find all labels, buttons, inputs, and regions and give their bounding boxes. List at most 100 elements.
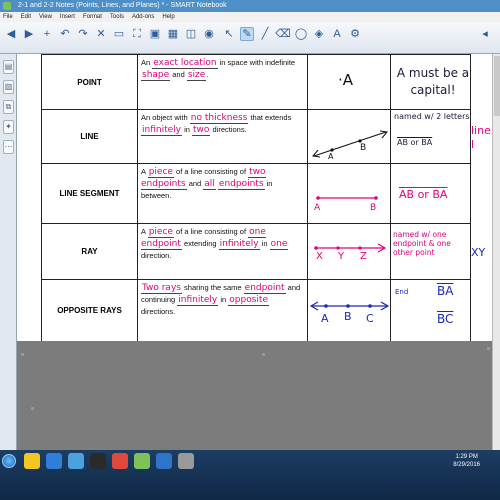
app-icon-2[interactable] — [178, 453, 194, 469]
picture-line: A B — [307, 109, 391, 164]
margin-note-xy: XY — [471, 246, 486, 259]
add-page-icon[interactable]: + — [40, 27, 54, 41]
definition-ray: A piece of a line consisting of one endp… — [137, 223, 308, 280]
margin-note-line-l: line l — [471, 124, 491, 151]
menu-tools[interactable]: Tools — [110, 12, 124, 22]
table-row-opposite-rays: OPPOSITE RAYS Two rays sharing the same … — [41, 279, 471, 341]
handle-dot — [262, 353, 265, 356]
system-clock[interactable]: 1:29 PM 8/29/2016 — [453, 453, 480, 469]
app-icon[interactable] — [90, 453, 106, 469]
toolbar-arrow-icon[interactable]: ◂ — [478, 27, 492, 41]
handle-dot — [487, 347, 490, 350]
vertical-scrollbar[interactable] — [492, 54, 500, 450]
start-button-icon[interactable] — [2, 454, 16, 468]
table-row-ray: RAY A piece of a line consisting of one … — [41, 223, 471, 280]
menu-format[interactable]: Format — [83, 12, 102, 22]
definition-line: An object with no thickness that extends… — [137, 109, 308, 164]
clock-time: 1:29 PM — [455, 454, 478, 460]
next-page-icon[interactable]: ▶ — [22, 27, 36, 41]
capture-icon[interactable]: ◫ — [184, 27, 198, 41]
canvas-offpage-area — [17, 341, 492, 450]
menu-bar: File Edit View Insert Format Tools Add-o… — [0, 12, 500, 22]
properties-tab-icon[interactable]: ✦ — [3, 120, 14, 134]
note-segment-ab-or-ba: AB or BA — [399, 188, 448, 201]
table-row-line: LINE An object with no thickness that ex… — [41, 109, 471, 164]
previous-page-icon[interactable]: ◀ — [4, 27, 18, 41]
term-ray: RAY — [41, 223, 138, 280]
ray-point-z-label: Z — [360, 251, 367, 262]
gallery-tab-icon[interactable]: ▧ — [3, 80, 14, 94]
term-line-segment: LINE SEGMENT — [41, 163, 138, 224]
page-sorter-tab-icon[interactable]: ▤ — [3, 60, 14, 74]
opp-ray-point-a-label: A — [321, 312, 329, 325]
handle-dot — [31, 407, 34, 410]
table-row-line-segment: LINE SEGMENT A piece of a line consistin… — [41, 163, 471, 224]
add-ons-tab-icon[interactable]: ⋯ — [3, 140, 14, 154]
line-point-b-label: B — [360, 143, 367, 153]
menu-edit[interactable]: Edit — [21, 12, 31, 22]
term-point: POINT — [41, 54, 138, 110]
definition-point: An exact location in space with indefini… — [137, 54, 308, 110]
note-ab-or-ba: AB or BA — [397, 138, 433, 147]
line-diagram — [312, 130, 388, 158]
table-row-point: POINT An exact location in space with in… — [41, 54, 471, 110]
undo-icon[interactable]: ↶ — [58, 27, 72, 41]
media-icon[interactable] — [68, 453, 84, 469]
scroll-thumb[interactable] — [494, 56, 500, 116]
redo-icon[interactable]: ↷ — [76, 27, 90, 41]
note-opposite-rays: End BA BC — [390, 279, 471, 341]
delete-icon[interactable]: ✕ — [94, 27, 108, 41]
smart-notebook-taskbar-icon[interactable] — [134, 453, 150, 469]
segment-point-a-label: A — [314, 203, 321, 213]
picture-point: ·A — [307, 54, 391, 110]
clock-date: 8/29/2016 — [453, 462, 480, 468]
window-title: 2-1 and 2-2 Notes (Points, Lines, and Pl… — [18, 2, 227, 9]
notes-table: POINT An exact location in space with in… — [41, 54, 471, 341]
note-line-segment: AB or BA — [390, 163, 471, 224]
note-ray: named w/ one endpoint & one other point — [390, 223, 471, 280]
document-camera-icon[interactable]: ◉ — [202, 27, 216, 41]
ray-point-x-label: X — [316, 251, 323, 262]
note-ray-ba: BA — [437, 284, 454, 298]
picture-ray: X Y Z — [307, 223, 391, 280]
answer-exact-location: exact location — [152, 58, 218, 69]
menu-view[interactable]: View — [39, 12, 52, 22]
table-icon[interactable]: ▦ — [166, 27, 180, 41]
notebook-page: POINT An exact location in space with in… — [17, 54, 492, 341]
eraser-icon[interactable]: ⌫ — [275, 27, 291, 41]
term-opposite-rays: OPPOSITE RAYS — [41, 279, 138, 341]
point-a-label: ·A — [338, 71, 354, 89]
term-line: LINE — [41, 109, 138, 164]
note-named-2-letters: named w/ 2 letters — [394, 112, 470, 121]
note-point: A must be a capital! — [390, 54, 471, 110]
side-tab-bar: ▤ ▧ ⧉ ✦ ⋯ — [0, 54, 17, 450]
chrome-icon[interactable] — [112, 453, 128, 469]
attachments-tab-icon[interactable]: ⧉ — [3, 100, 14, 114]
line-icon[interactable]: ╱ — [258, 27, 272, 41]
note-ray-named: named w/ one endpoint & one other point — [393, 230, 451, 257]
menu-help[interactable]: Help — [162, 12, 174, 22]
menu-add-ons[interactable]: Add-ons — [132, 12, 154, 22]
fill-icon[interactable]: ◈ — [312, 27, 326, 41]
smart-notebook-app-icon — [3, 2, 11, 10]
screen-shade-icon[interactable]: ▭ — [112, 27, 126, 41]
answer-shape: shape — [141, 70, 171, 81]
word-icon[interactable] — [156, 453, 172, 469]
select-icon[interactable]: ↖ — [222, 27, 236, 41]
display-icon[interactable]: ▣ — [148, 27, 162, 41]
file-explorer-icon[interactable] — [24, 453, 40, 469]
pen-icon[interactable]: ✎ — [240, 27, 254, 41]
properties-icon[interactable]: ⚙ — [348, 27, 362, 41]
answer-size: size — [186, 70, 207, 81]
line-point-a-label: A — [328, 152, 334, 161]
title-bar: 2-1 and 2-2 Notes (Points, Lines, and Pl… — [0, 0, 500, 12]
menu-insert[interactable]: Insert — [60, 12, 75, 22]
text-icon[interactable]: A — [330, 27, 344, 41]
definition-opposite-rays: Two rays sharing the same endpoint and c… — [137, 279, 308, 341]
shape-icon[interactable]: ◯ — [294, 27, 308, 41]
ie-browser-icon[interactable] — [46, 453, 62, 469]
segment-diagram — [316, 196, 378, 200]
fullscreen-icon[interactable]: ⛶ — [130, 27, 144, 41]
menu-file[interactable]: File — [3, 12, 13, 22]
definition-line-segment: A piece of a line consisting of two endp… — [137, 163, 308, 224]
